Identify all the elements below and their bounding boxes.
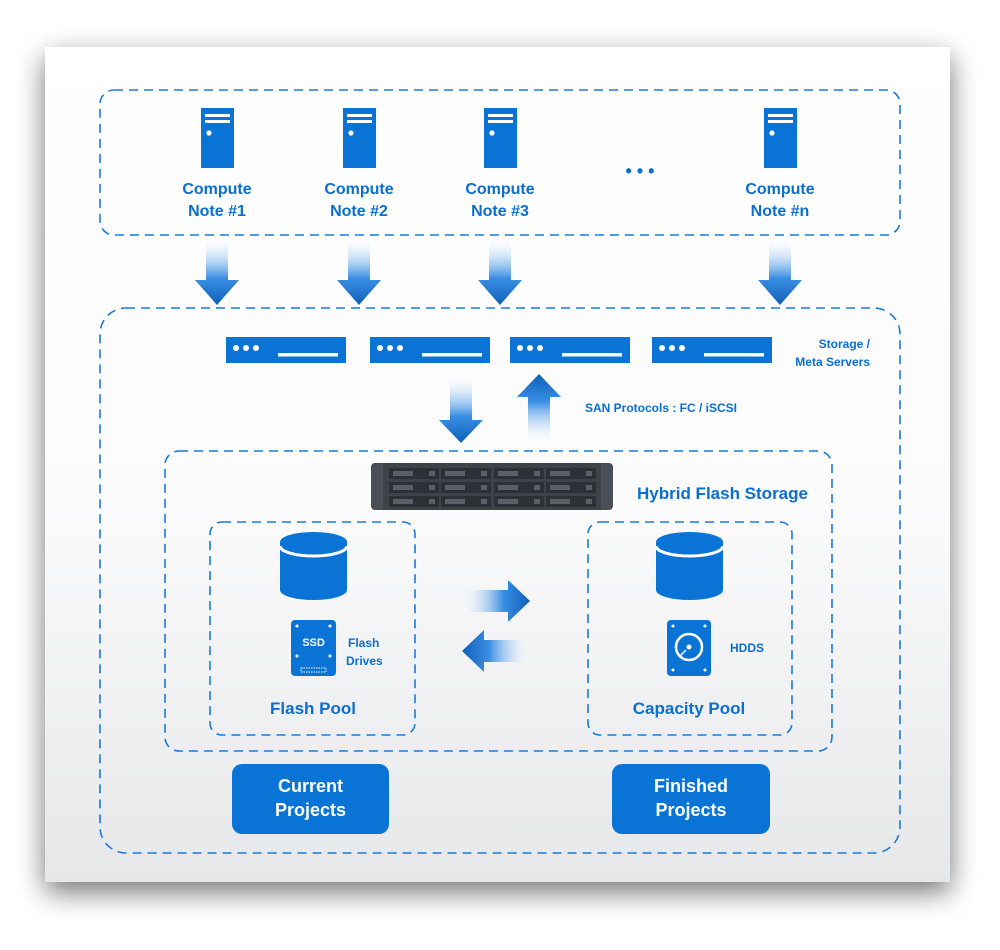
storage-servers-label: Storage / [819, 337, 871, 351]
current-projects-label-2: Projects [275, 800, 346, 820]
database-icon [278, 530, 349, 602]
finished-projects-button[interactable]: Finished Projects [612, 764, 770, 834]
ellipsis: • • • [626, 161, 655, 181]
finished-projects-label-2: Projects [655, 800, 726, 820]
rack-server-icon [226, 337, 346, 363]
compute-node-label: Compute [324, 181, 393, 198]
current-projects-label: Current [278, 776, 343, 796]
compute-node-label: Compute [465, 181, 534, 198]
compute-node-label: Compute [182, 181, 251, 198]
rack-server-icon [510, 337, 630, 363]
compute-node-number: Note #3 [471, 203, 529, 220]
compute-node-number: Note #n [751, 203, 810, 220]
ssd-label: SSD [302, 637, 325, 649]
flash-pool-title: Flash Pool [270, 699, 356, 718]
hdd-icon [667, 620, 711, 676]
rack-server-icon [652, 337, 772, 363]
ssd-icon: SSD [291, 620, 336, 676]
compute-node-number: Note #2 [330, 203, 388, 220]
server-tower-icon [484, 108, 517, 168]
server-tower-icon [343, 108, 376, 168]
san-protocols-label: SAN Protocols : FC / iSCSI [585, 401, 737, 415]
compute-node-label: Compute [745, 181, 814, 198]
server-tower-icon [201, 108, 234, 168]
capacity-pool-title: Capacity Pool [633, 699, 745, 718]
finished-projects-label: Finished [654, 776, 728, 796]
current-projects-button[interactable]: Current Projects [232, 764, 389, 834]
server-tower-icon [764, 108, 797, 168]
hybrid-storage-diagram: Compute Note #1 Compute Note #2 Compute … [45, 47, 950, 882]
meta-servers-label: Meta Servers [795, 355, 870, 369]
storage-array-icon [371, 463, 613, 510]
compute-node-number: Note #1 [188, 203, 246, 220]
flash-drives-label-2: Drives [346, 654, 383, 668]
hdds-label: HDDS [730, 641, 764, 655]
hybrid-storage-label: Hybrid Flash Storage [637, 484, 808, 503]
flash-drives-label: Flash [348, 636, 379, 650]
database-icon [654, 530, 725, 602]
rack-server-icon [370, 337, 490, 363]
